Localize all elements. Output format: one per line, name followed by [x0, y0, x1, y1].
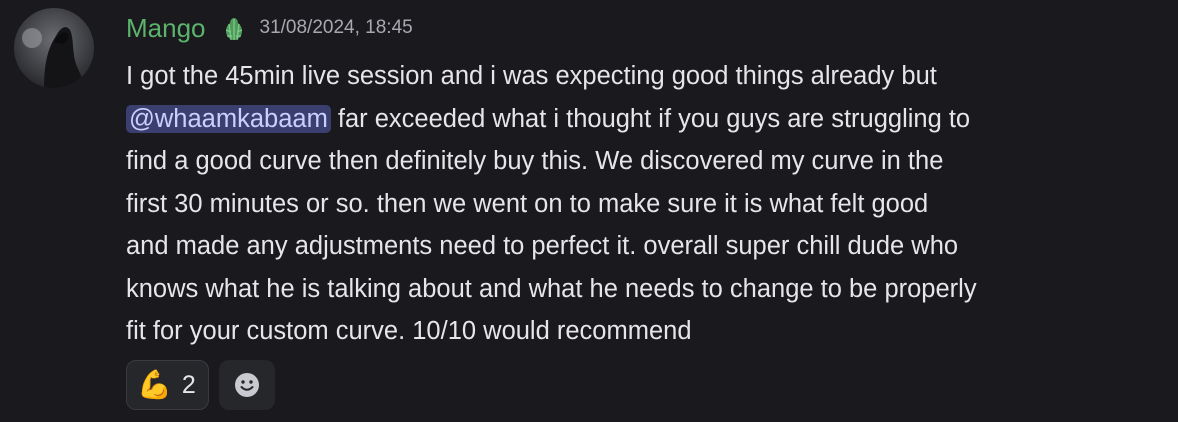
- message-timestamp[interactable]: 31/08/2024, 18:45: [260, 17, 413, 39]
- message-line: knows what he is talking about and what …: [126, 268, 1166, 311]
- message-text: fit for your custom curve. 10/10 would r…: [126, 317, 692, 345]
- message-line: @whaamkabaam far exceeded what i thought…: [126, 98, 1166, 141]
- message-content: I got the 45min live session and i was e…: [126, 55, 1166, 353]
- flexed-biceps-icon: 💪: [137, 368, 172, 401]
- reaction-button[interactable]: 💪 2: [126, 360, 209, 410]
- chat-message: Mango 31/08/2024, 18:45 I got the 45min …: [0, 0, 1178, 422]
- message-line: fit for your custom curve. 10/10 would r…: [126, 310, 1166, 353]
- add-reaction-button[interactable]: [218, 360, 275, 410]
- message-line: I got the 45min live session and i was e…: [126, 55, 1166, 98]
- cactus-icon[interactable]: [220, 14, 248, 42]
- message-text: first 30 minutes or so. then we went on …: [126, 189, 929, 218]
- message-text: find a good curve then definitely buy th…: [126, 147, 944, 175]
- smiley-face-icon: [234, 373, 259, 397]
- avatar-image: [14, 8, 94, 88]
- reaction-count: 2: [181, 370, 196, 399]
- message-line: and made any adjustments need to perfect…: [126, 225, 1166, 268]
- message-text: knows what he is talking about and what …: [126, 274, 977, 303]
- message-text: I got the 45min live session and i was e…: [126, 62, 937, 90]
- message-header: Mango 31/08/2024, 18:45: [126, 10, 413, 46]
- reactions-bar: 💪 2: [126, 360, 275, 410]
- author-name[interactable]: Mango: [126, 13, 206, 44]
- user-mention[interactable]: @whaamkabaam: [126, 104, 331, 133]
- avatar[interactable]: [14, 8, 94, 88]
- message-text: and made any adjustments need to perfect…: [126, 232, 959, 260]
- message-line: first 30 minutes or so. then we went on …: [126, 183, 1166, 226]
- message-text: far exceeded what i thought if you guys …: [330, 104, 971, 133]
- message-line: find a good curve then definitely buy th…: [126, 140, 1166, 183]
